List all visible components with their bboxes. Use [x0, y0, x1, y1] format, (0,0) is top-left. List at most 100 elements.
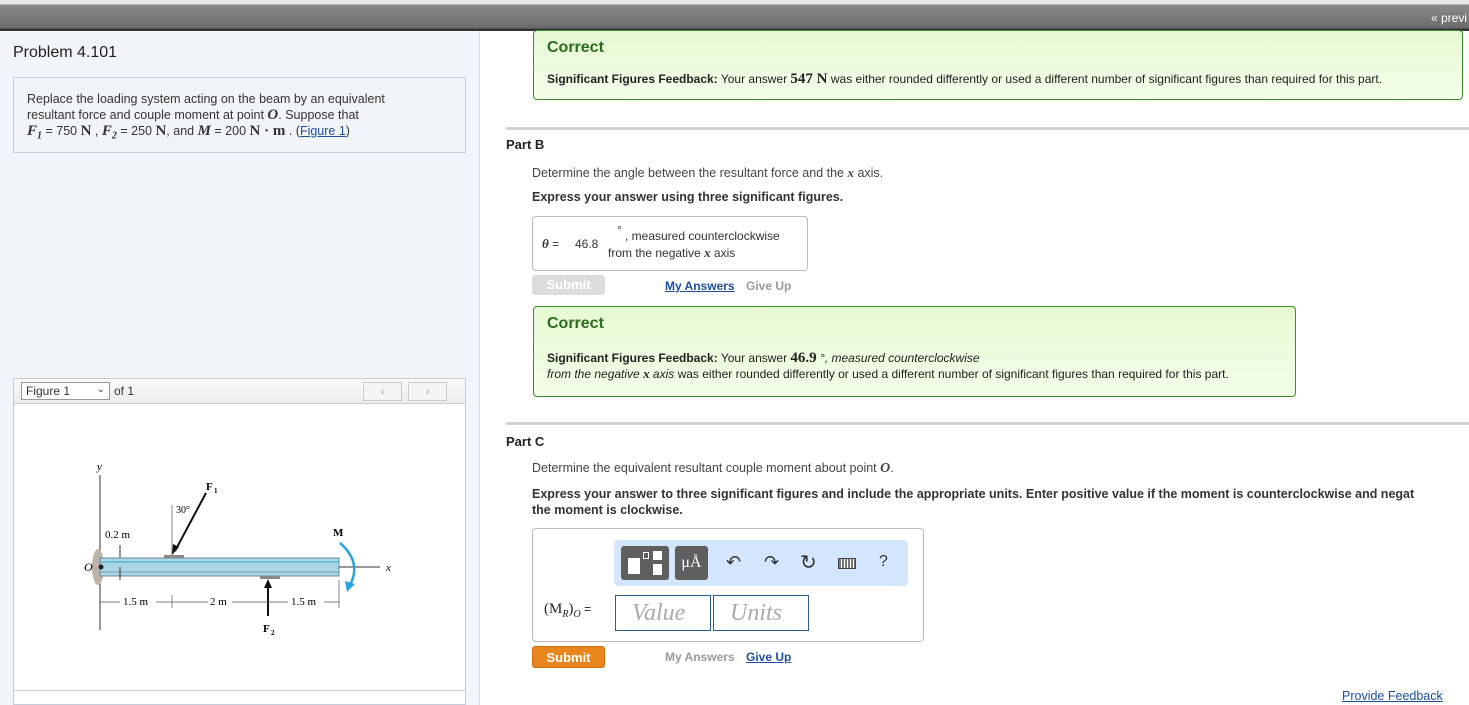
feedback-text: was either rounded differently or used a… [674, 367, 1229, 381]
question-text: Determine the equivalent resultant coupl… [532, 461, 881, 475]
template-button[interactable] [621, 546, 669, 580]
value-input[interactable]: Value [615, 595, 711, 631]
template-icon [653, 564, 662, 575]
unit-text: from the negative [608, 246, 705, 260]
figure-link[interactable]: Figure 1 [300, 124, 346, 138]
units-button[interactable]: μÅ [675, 546, 708, 580]
feedback-answer: 46.9 [790, 350, 817, 366]
previous-link[interactable]: « previ [1431, 11, 1469, 25]
point-o [98, 564, 104, 570]
statement-line: Replace the loading system acting on the… [27, 92, 385, 106]
redo-icon[interactable]: ↷ [764, 552, 779, 573]
units-input[interactable]: Units [713, 595, 809, 631]
dim-3-label: 1.5 m [291, 596, 317, 608]
math-toolbar: μÅ ↶ ↷ ↻ ? [614, 540, 908, 586]
prev-figure-button[interactable]: ‹ [363, 382, 402, 401]
feedback-text: Your answer [717, 72, 791, 86]
part-b-instruction: Express your answer using three signific… [532, 190, 844, 204]
dim-1-label: 1.5 m [123, 596, 149, 608]
part-c-question: Determine the equivalent resultant coupl… [532, 461, 894, 477]
f1-arrow [174, 492, 207, 552]
angle-label: 30° [176, 505, 190, 516]
f2-label: F [263, 623, 270, 635]
beam [99, 557, 340, 577]
f1-label: F [206, 481, 213, 493]
f1-label-sub: 1 [214, 487, 218, 495]
help-icon[interactable]: ? [879, 553, 888, 571]
f1-plate [164, 555, 184, 558]
equals: = [580, 602, 592, 616]
problem-statement: Replace the loading system acting on the… [13, 77, 466, 153]
template-icon [643, 552, 649, 559]
template-icon [628, 558, 640, 574]
part-c-answer-box: μÅ ↶ ↷ ↻ ? (MR)O = Value Units [532, 528, 924, 642]
feedback-text: °, measured counterclockwise [816, 351, 980, 365]
f1-value: = 750 [42, 124, 81, 138]
label-sub: O [573, 609, 581, 620]
part-b-answer-box: θ = 46.8 ° , measured counterclockwise f… [532, 216, 808, 271]
x-label: x [385, 562, 391, 574]
o-label: O [84, 560, 93, 574]
keyboard-icon[interactable] [838, 558, 856, 569]
template-icon [653, 551, 662, 560]
f2-arrowhead [264, 579, 272, 588]
point-var: O [267, 107, 279, 123]
part-b-give-up-link[interactable]: Give Up [746, 279, 791, 293]
question-text: . [890, 461, 894, 475]
moment-arrowhead [345, 581, 355, 592]
part-b-my-answers-link[interactable]: My Answers [665, 279, 735, 293]
question-text: Determine the angle between the resultan… [532, 166, 848, 180]
reset-icon[interactable]: ↻ [800, 550, 817, 575]
m-value: = 200 [210, 124, 250, 138]
part-c-my-answers-link[interactable]: My Answers [665, 650, 735, 664]
equals: = [548, 237, 560, 251]
f2-unit: N [155, 123, 167, 139]
feedback-status: Correct [547, 315, 604, 332]
feedback-text: axis [649, 367, 675, 381]
m-label: M [333, 527, 344, 539]
feedback-text: from the negative [547, 367, 644, 381]
m-unit: N · m [249, 123, 286, 139]
problem-title: Problem 4.101 [13, 44, 118, 61]
part-b-feedback: Correct Significant Figures Feedback: Yo… [533, 306, 1296, 397]
part-c-submit-button[interactable]: Submit [532, 646, 605, 668]
unit-text: axis [710, 246, 736, 260]
moment-arrow [339, 542, 356, 586]
part-b-submit-button[interactable]: Submit [532, 275, 605, 295]
and-text: , and [166, 124, 198, 138]
provide-feedback-link[interactable]: Provide Feedback [1342, 689, 1443, 703]
undo-icon[interactable]: ↶ [726, 552, 741, 573]
f1-unit: N [80, 123, 92, 139]
moment-label: (MR)O = [544, 601, 591, 620]
figure-divider [13, 690, 466, 691]
part-c-instruction: Express your answer to three significant… [532, 487, 1415, 501]
f2-var: F [101, 123, 112, 139]
feedback-label: Significant Figures Feedback: [547, 351, 718, 365]
part-b-question: Determine the angle between the resultan… [532, 165, 883, 181]
part-b-answer-value: 46.8 [575, 237, 599, 251]
o-var: O [880, 461, 891, 476]
f2-value: = 250 [116, 124, 156, 138]
f1-var: F [27, 123, 38, 139]
figure-count: of 1 [114, 384, 135, 398]
feedback-status: Correct [547, 39, 604, 56]
feedback-text: Your answer [717, 351, 791, 365]
figure-toolbar: Figure 1 ⌄ of 1 ‹ › [14, 379, 465, 404]
next-figure-button[interactable]: › [408, 382, 447, 401]
divider [506, 422, 1469, 425]
statement-line: . Suppose that [278, 108, 359, 122]
divider [506, 127, 1469, 130]
feedback-label: Significant Figures Feedback: [547, 72, 718, 86]
top-bar: « previ [0, 0, 1469, 31]
part-c-give-up-link[interactable]: Give Up [746, 650, 791, 664]
part-c-instruction: the moment is clockwise. [532, 503, 683, 517]
question-text: axis. [853, 166, 884, 180]
figure-select[interactable]: Figure 1 ⌄ [21, 382, 110, 400]
part-c-title: Part C [506, 434, 545, 449]
m-var: M [197, 123, 211, 139]
feedback-text: was either rounded differently or used a… [827, 72, 1383, 86]
label-text: (M [544, 601, 563, 617]
y-label: y [96, 461, 102, 473]
degree-symbol: ° [617, 223, 622, 237]
statement-line: resultant force and couple moment at poi… [27, 108, 268, 122]
